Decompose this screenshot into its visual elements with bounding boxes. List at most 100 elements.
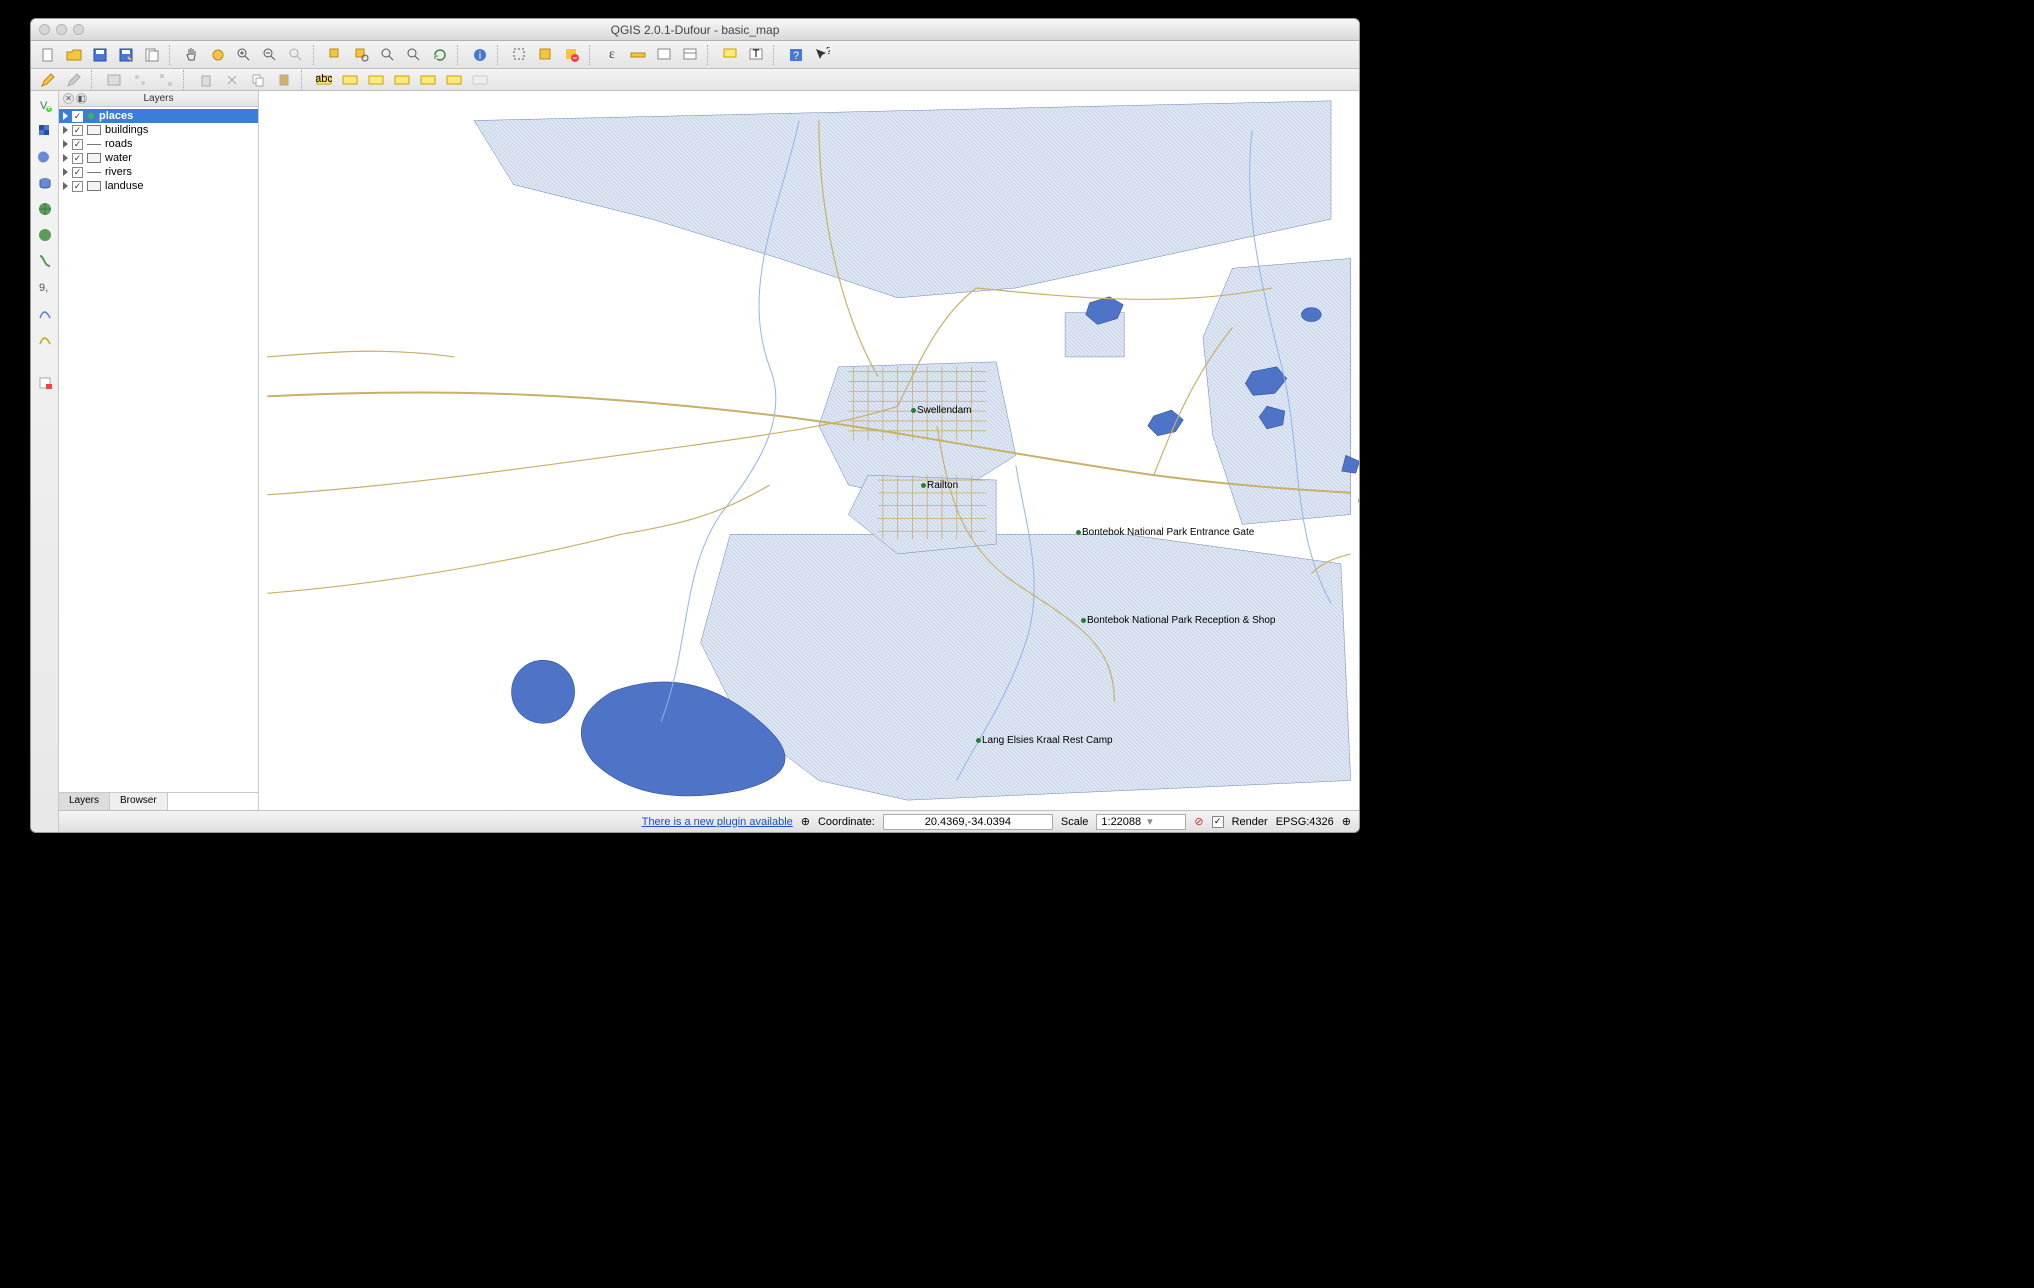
add-wfs-button[interactable] <box>35 251 55 271</box>
layer-visibility-checkbox[interactable]: ✓ <box>72 125 83 136</box>
select-button[interactable] <box>509 44 531 66</box>
zoom-layer-button[interactable] <box>351 44 373 66</box>
add-raster-layer-button[interactable] <box>35 121 55 141</box>
zoom-selection-button[interactable] <box>325 44 347 66</box>
toolbar-separator <box>589 45 595 65</box>
zoom-last-button[interactable] <box>377 44 399 66</box>
layer-tree[interactable]: ✓ places ✓ buildings ✓ roads ✓ water ✓ r… <box>59 107 258 452</box>
help-button[interactable]: ? <box>785 44 807 66</box>
map-canvas[interactable]: SwellendamRailtonBontebok National Park … <box>259 91 1359 810</box>
copy-button[interactable] <box>247 69 269 91</box>
expand-icon[interactable] <box>63 182 68 190</box>
node-tool-button[interactable] <box>155 69 177 91</box>
coordinate-field[interactable]: 20.4369,-34.0394 <box>883 814 1053 830</box>
refresh-button[interactable] <box>429 44 451 66</box>
label-pin-button[interactable] <box>417 69 439 91</box>
layer-item-places[interactable]: ✓ places <box>59 109 258 123</box>
new-project-button[interactable] <box>37 44 59 66</box>
deselect-button[interactable] <box>561 44 583 66</box>
add-wcs-button[interactable] <box>35 225 55 245</box>
zoom-next-button[interactable] <box>403 44 425 66</box>
toolbar-separator <box>497 45 503 65</box>
save-project-button[interactable] <box>89 44 111 66</box>
window-title: QGIS 2.0.1-Dufour - basic_map <box>31 23 1359 37</box>
expand-icon[interactable] <box>63 154 68 162</box>
bookmark-button[interactable] <box>653 44 675 66</box>
text-annotation-button[interactable]: T <box>745 44 767 66</box>
identify-button[interactable]: i <box>469 44 491 66</box>
tab-browser[interactable]: Browser <box>110 793 168 810</box>
expand-icon[interactable] <box>63 126 68 134</box>
place-point <box>1076 530 1081 535</box>
save-edits-button[interactable] <box>63 69 85 91</box>
delete-button[interactable] <box>195 69 217 91</box>
add-vector-layer-button[interactable]: V+ <box>35 95 55 115</box>
layer-visibility-checkbox[interactable]: ✓ <box>72 139 83 150</box>
add-spatialite-button[interactable] <box>35 147 55 167</box>
work-row: ✕ ◧ Layers ✓ places ✓ buildings ✓ roads … <box>59 91 1359 810</box>
zoom-out-button[interactable] <box>259 44 281 66</box>
composer-button[interactable] <box>141 44 163 66</box>
plugin-update-link[interactable]: There is a new plugin available <box>642 816 793 828</box>
add-csv-button[interactable]: 9, <box>35 277 55 297</box>
expand-icon[interactable] <box>63 168 68 176</box>
layer-visibility-checkbox[interactable]: ✓ <box>72 153 83 164</box>
layer-visibility-checkbox[interactable]: ✓ <box>72 181 83 192</box>
measure-button[interactable] <box>627 44 649 66</box>
label-change-button[interactable] <box>391 69 413 91</box>
save-as-button[interactable] <box>115 44 137 66</box>
layer-item-water[interactable]: ✓ water <box>59 151 258 165</box>
label-hide-button[interactable] <box>469 69 491 91</box>
label-move-button[interactable] <box>339 69 361 91</box>
panel-close-button[interactable]: ✕ <box>63 93 74 104</box>
layer-item-landuse[interactable]: ✓ landuse <box>59 179 258 193</box>
crs-button[interactable]: ⊕ <box>1342 815 1351 828</box>
digitizing-toolbar: abc <box>31 69 1359 91</box>
toolbar-separator <box>183 70 189 90</box>
main-toolbar: i ε T ? ? <box>31 41 1359 69</box>
scale-field[interactable]: 1:22088▾ <box>1096 814 1186 830</box>
central-area: ✕ ◧ Layers ✓ places ✓ buildings ✓ roads … <box>59 91 1359 832</box>
label-rotate-button[interactable] <box>365 69 387 91</box>
remove-layer-button[interactable] <box>35 373 55 393</box>
add-wms-button[interactable] <box>35 199 55 219</box>
toggle-editing-button[interactable] <box>37 69 59 91</box>
toggle-extents-icon[interactable]: ⊕ <box>801 815 810 828</box>
zoom-in-button[interactable] <box>233 44 255 66</box>
pan-selection-button[interactable] <box>207 44 229 66</box>
paste-button[interactable] <box>273 69 295 91</box>
layer-visibility-checkbox[interactable]: ✓ <box>72 111 83 122</box>
layer-visibility-checkbox[interactable]: ✓ <box>72 167 83 178</box>
toolbar-separator <box>457 45 463 65</box>
expression-button[interactable]: ε <box>601 44 623 66</box>
add-postgis-button[interactable] <box>35 173 55 193</box>
label-button[interactable]: abc <box>313 69 335 91</box>
layer-item-roads[interactable]: ✓ roads <box>59 137 258 151</box>
whats-this-button[interactable]: ? <box>811 44 833 66</box>
render-checkbox[interactable]: ✓ <box>1212 816 1224 828</box>
titlebar[interactable]: QGIS 2.0.1-Dufour - basic_map <box>31 19 1359 41</box>
layers-panel-header[interactable]: ✕ ◧ Layers <box>59 91 258 107</box>
tab-layers[interactable]: Layers <box>59 793 110 810</box>
expand-icon[interactable] <box>63 140 68 148</box>
cut-button[interactable] <box>221 69 243 91</box>
annotation-button[interactable] <box>719 44 741 66</box>
open-project-button[interactable] <box>63 44 85 66</box>
layer-symbol-icon <box>87 172 101 173</box>
new-shapefile-button[interactable] <box>35 329 55 349</box>
place-label: Lang Elsies Kraal Rest Camp <box>982 735 1113 746</box>
layer-item-buildings[interactable]: ✓ buildings <box>59 123 258 137</box>
add-gps-button[interactable] <box>35 303 55 323</box>
layer-symbol-icon <box>87 153 101 163</box>
select-rect-button[interactable] <box>535 44 557 66</box>
stop-render-icon[interactable]: ⊘ <box>1194 815 1203 828</box>
panel-detach-button[interactable]: ◧ <box>76 93 87 104</box>
bookmarks-button[interactable] <box>679 44 701 66</box>
zoom-full-button[interactable] <box>285 44 307 66</box>
add-feature-button[interactable] <box>103 69 125 91</box>
pan-button[interactable] <box>181 44 203 66</box>
move-feature-button[interactable] <box>129 69 151 91</box>
label-show-button[interactable] <box>443 69 465 91</box>
expand-icon[interactable] <box>63 112 68 120</box>
layer-item-rivers[interactable]: ✓ rivers <box>59 165 258 179</box>
